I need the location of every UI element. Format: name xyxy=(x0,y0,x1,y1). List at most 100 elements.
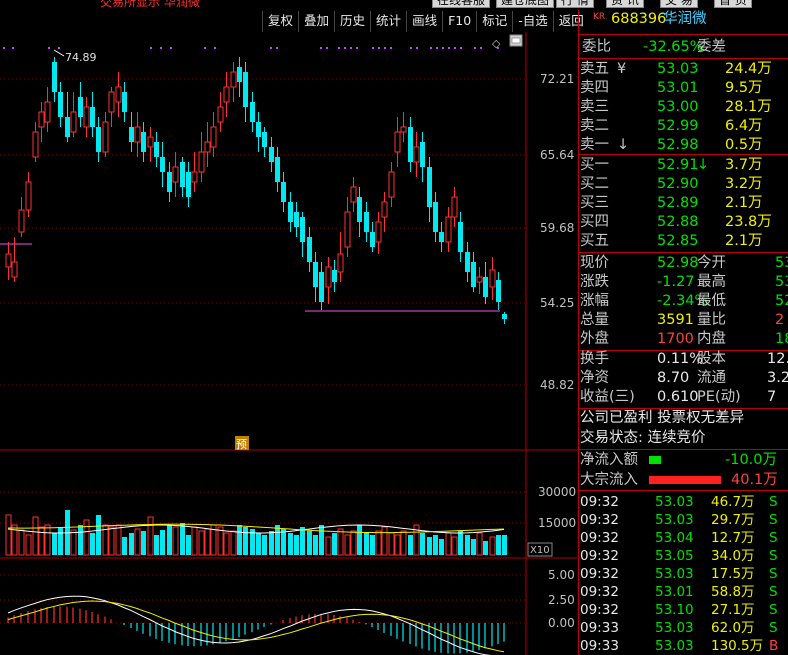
marker-dot xyxy=(350,47,352,49)
kline-chart[interactable]: 74.89 ◇ 72.21 65.64 59.68 54.25 48.82 预 … xyxy=(0,32,578,655)
candle-body xyxy=(307,237,312,262)
tick-row: 09:32 53.01 58.8万 S xyxy=(580,584,778,600)
candle-body xyxy=(134,126,141,143)
candle-body xyxy=(300,217,305,242)
candle-body xyxy=(115,86,122,103)
history-button[interactable]: 历史 xyxy=(334,11,370,32)
volume-bar xyxy=(476,532,483,556)
adjust-button[interactable]: 复权 xyxy=(262,11,298,32)
candle-body xyxy=(262,132,267,147)
volume-bar xyxy=(70,529,77,556)
volume-bar xyxy=(269,531,274,555)
candle-body xyxy=(191,171,198,183)
candle-body xyxy=(167,172,172,192)
candle-body xyxy=(52,62,57,92)
volume-bar xyxy=(52,533,57,555)
candle-body xyxy=(44,101,51,123)
candle-body xyxy=(408,127,413,162)
volume-bar xyxy=(32,516,39,556)
price-tick: 54.25 xyxy=(540,296,574,310)
candle-body xyxy=(90,107,95,127)
marker-dot xyxy=(460,47,462,49)
candle-body xyxy=(332,270,337,282)
chart-toolbar: 复权 叠加 历史 统计 画线 F10 标记 -自选 返回 xyxy=(262,11,589,32)
marker-dot xyxy=(474,47,476,49)
volume-bar xyxy=(408,535,413,555)
volume-bar xyxy=(357,525,362,555)
market-button[interactable]: 行 情 xyxy=(556,0,594,8)
candle-body xyxy=(344,211,351,248)
macd-tick: 5.00 xyxy=(548,568,575,582)
diamond-icon[interactable]: ◇ xyxy=(492,37,501,50)
volume-unit: X10 xyxy=(530,545,550,556)
candle-body xyxy=(198,151,205,173)
stock-code: 688396 xyxy=(611,11,667,27)
bid-row: 买四 52.88 23.8万 xyxy=(580,214,772,230)
news-button[interactable]: 资 讯 xyxy=(606,0,644,8)
overlay-button[interactable]: 叠加 xyxy=(298,11,334,32)
trade-button[interactable]: 交 易 xyxy=(660,0,698,8)
top-menu-bar: 交易所显示 华润微 在线客服 建仓底图 行 情 资 讯 交 易 首 页 xyxy=(0,0,788,10)
volume-bar xyxy=(400,530,407,556)
candle-body xyxy=(370,232,375,247)
volume-bar xyxy=(90,533,95,555)
tick-row: 09:32 53.03 46.7万 S xyxy=(580,494,778,510)
volume-bar xyxy=(313,535,318,555)
volume-bar xyxy=(294,535,299,555)
stat-row: 总量 3591 量比 2 xyxy=(580,312,785,328)
mark-button[interactable]: 标记 xyxy=(476,11,512,32)
draw-line-button[interactable]: 画线 xyxy=(406,11,442,32)
marker-dot xyxy=(416,47,418,49)
volume-bar xyxy=(381,526,388,556)
candle-body xyxy=(357,197,362,222)
position-chart-button[interactable]: 建仓底图 xyxy=(496,0,555,8)
volume-tick: 15000 xyxy=(538,516,576,530)
tick-row: 09:32 53.05 34.0万 S xyxy=(580,548,778,564)
ask-row: 卖四 53.01 9.5万 xyxy=(580,80,763,96)
candle-body xyxy=(364,212,369,232)
home-button[interactable]: 首 页 xyxy=(714,0,752,8)
ask-row: 卖一 ↓ 52.98 0.5万 xyxy=(580,137,763,153)
volume-bar xyxy=(262,535,267,555)
volume-bar xyxy=(154,535,159,555)
volume-bar xyxy=(223,532,230,556)
quote-panel: KR 688396 华润微 委比 -32.65% 委差 卖五 ¥53.03 24.4… xyxy=(578,10,788,655)
online-service-button[interactable]: 在线客服 xyxy=(432,0,491,8)
marker-dot xyxy=(320,47,322,49)
volume-bar xyxy=(451,536,458,556)
candle-body xyxy=(294,212,299,227)
tick-row: 09:32 53.04 12.7万 S xyxy=(580,530,778,546)
marker-dot xyxy=(170,47,172,49)
candle-body xyxy=(38,111,45,128)
stat-row: 涨跌-1.27最高53 xyxy=(580,274,788,290)
marker-dot xyxy=(160,47,162,49)
volume-bar xyxy=(458,531,463,555)
volume-bar xyxy=(25,534,32,556)
stat2-row: 收益(三) 0.610 PE(动) 7 xyxy=(580,389,777,405)
marker-dot xyxy=(58,47,60,49)
remove-watchlist-button[interactable]: -自选 xyxy=(512,11,553,32)
stock-header[interactable]: KR 688396 华润微 xyxy=(579,10,788,29)
window-title: 交易所显示 华润微 xyxy=(100,0,200,9)
svg-text:预: 预 xyxy=(236,438,247,451)
bid-row: 买五 52.85 2.1万 xyxy=(580,233,763,249)
company-notice: 公司已盈利 投票权无差异 xyxy=(580,410,745,426)
candle-body xyxy=(78,97,83,117)
statistics-button[interactable]: 统计 xyxy=(370,11,406,32)
candle-body xyxy=(70,111,77,133)
f10-button[interactable]: F10 xyxy=(442,11,476,32)
marker-dot xyxy=(204,47,206,49)
marker-dot xyxy=(480,47,482,49)
candle-body xyxy=(471,262,476,287)
price-tick: 59.68 xyxy=(540,221,574,235)
marker-dot xyxy=(3,47,5,49)
candle-body xyxy=(483,277,488,297)
marker-dot xyxy=(442,47,444,49)
volume-bar xyxy=(5,514,12,556)
candle-body xyxy=(319,272,324,302)
bid-row: 买二 52.90 3.2万 xyxy=(580,176,763,192)
ask-row: 卖五 ¥53.03 24.4万 xyxy=(580,61,772,77)
volume-bar xyxy=(204,528,211,556)
marker-dot xyxy=(430,47,432,49)
marker-dot xyxy=(270,47,272,49)
